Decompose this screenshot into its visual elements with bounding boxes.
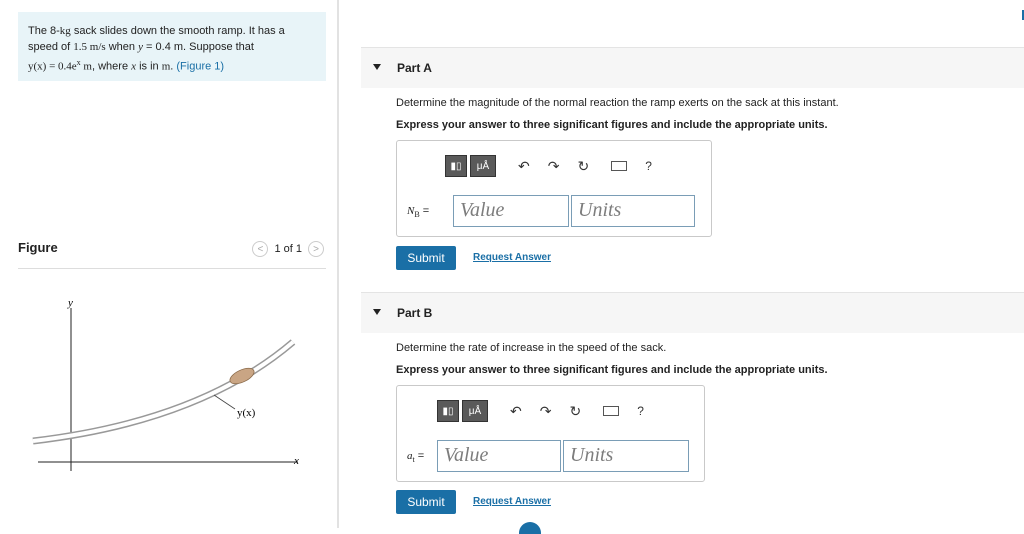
part-a-label: Part A	[397, 61, 432, 75]
figure-header: Figure < 1 of 1 >	[18, 238, 326, 269]
part-b-field-label: at =	[407, 450, 424, 464]
speed-value: 1.5 m/s	[73, 40, 106, 53]
x-axis-label: x	[293, 455, 299, 467]
problem-text: when	[105, 40, 139, 53]
ramp-equation: y(x) = 0.4e	[28, 60, 77, 73]
scroll-indicator[interactable]	[519, 522, 541, 534]
part-b-header[interactable]: Part B	[361, 292, 1024, 333]
problem-text: , where	[91, 60, 132, 73]
request-answer-link[interactable]: Request Answer	[473, 252, 551, 263]
part-a-question: Determine the magnitude of the normal re…	[396, 97, 839, 109]
math-toolbar: ▮▯ μÅ ↶ ↷ ↻ ?	[445, 155, 652, 177]
request-answer-link[interactable]: Request Answer	[473, 496, 551, 507]
templates-icon[interactable]: ▮▯	[445, 155, 467, 177]
part-b-question: Determine the rate of increase in the sp…	[396, 342, 667, 354]
curve-label-leader	[213, 394, 236, 410]
pager-text: 1 of 1	[274, 243, 302, 255]
equals-sign: =	[419, 205, 430, 217]
redo-icon[interactable]: ↷	[540, 403, 552, 420]
column-divider	[337, 0, 339, 528]
ramp-surface	[32, 339, 296, 445]
submit-button[interactable]: Submit	[396, 246, 456, 270]
part-b-label: Part B	[397, 306, 433, 320]
part-a-instruction: Express your answer to three significant…	[396, 119, 828, 131]
units-mu-button[interactable]: μÅ	[470, 155, 496, 177]
problem-text: . Suppose that	[183, 40, 254, 53]
problem-text: is in	[136, 60, 162, 73]
problem-text: speed of	[28, 40, 74, 53]
value-input[interactable]: Value	[453, 195, 569, 227]
equals-sign: =	[414, 450, 425, 462]
help-icon[interactable]: ?	[637, 404, 644, 418]
problem-statement: The 8-kg sack slides down the smooth ram…	[18, 12, 326, 81]
collapse-triangle-icon[interactable]	[373, 309, 381, 315]
figure-title: Figure	[18, 240, 58, 255]
collapse-triangle-icon[interactable]	[373, 64, 381, 70]
ramp-highlight	[32, 340, 295, 443]
equation-unit: m	[80, 60, 92, 73]
problem-text: The 8-	[28, 25, 60, 37]
y-condition: = 0.4 m	[142, 40, 184, 53]
units-mu-button[interactable]: μÅ	[462, 400, 488, 422]
part-b-instruction: Express your answer to three significant…	[396, 364, 828, 376]
ramp-figure: y x y(x)	[32, 297, 299, 471]
undo-icon[interactable]: ↶	[518, 158, 530, 175]
templates-icon[interactable]: ▮▯	[437, 400, 459, 422]
problem-text: sack slides down the smooth ramp. It has…	[70, 25, 285, 37]
figure-pager: < 1 of 1 >	[252, 241, 324, 257]
submit-button[interactable]: Submit	[396, 490, 456, 514]
part-b-answer-box: ▮▯ μÅ ↶ ↷ ↻ ? at = Value Units	[396, 385, 705, 482]
part-a-answer-box: ▮▯ μÅ ↶ ↷ ↻ ? NB = Value Units	[396, 140, 712, 237]
value-input[interactable]: Value	[437, 440, 561, 472]
chevron-right-icon[interactable]: >	[308, 241, 324, 257]
redo-icon[interactable]: ↷	[548, 158, 560, 175]
keyboard-icon[interactable]	[603, 406, 620, 416]
help-icon[interactable]: ?	[645, 159, 652, 173]
units-input[interactable]: Units	[571, 195, 695, 227]
keyboard-icon[interactable]	[611, 161, 628, 171]
figure-link[interactable]: (Figure 1)	[176, 61, 224, 73]
math-toolbar: ▮▯ μÅ ↶ ↷ ↻ ?	[437, 400, 644, 422]
part-a-field-label: NB =	[407, 205, 429, 219]
undo-icon[interactable]: ↶	[510, 403, 522, 420]
reset-icon[interactable]: ↻	[569, 403, 581, 420]
y-axis-label: y	[67, 297, 73, 309]
chevron-left-icon[interactable]: <	[252, 241, 269, 257]
mass-unit: kg	[59, 25, 71, 37]
units-input[interactable]: Units	[563, 440, 689, 472]
part-a-header[interactable]: Part A	[361, 47, 1024, 88]
meter-unit: m	[161, 60, 171, 73]
reset-icon[interactable]: ↻	[577, 158, 589, 175]
curve-label: y(x)	[237, 407, 256, 419]
